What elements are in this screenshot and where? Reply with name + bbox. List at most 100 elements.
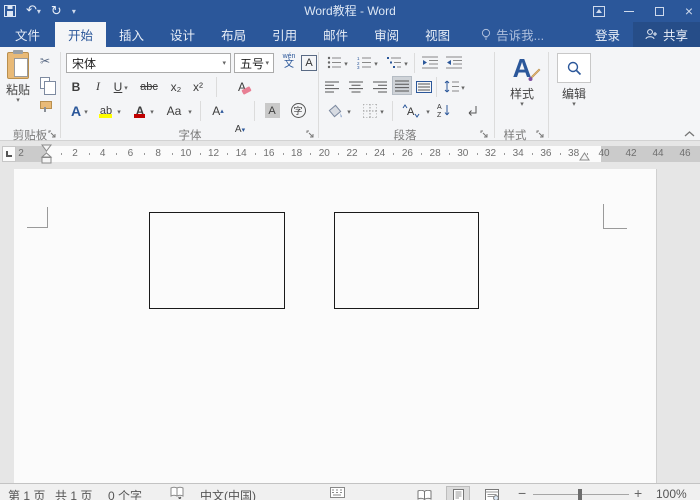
indent-markers[interactable] [40,144,53,165]
ruler-tick [116,153,118,155]
page-number-status[interactable]: 第 1 页 [8,487,45,500]
document-page[interactable] [14,169,657,499]
increase-indent-button[interactable] [444,53,464,72]
line-spacing-button[interactable] [441,77,461,96]
horizontal-ruler[interactable]: 2 2 4 6 8 10 12 14 16 18 20 22 24 26 28 30 32 34 36 38 40 42… [16,146,700,162]
keyboard-status[interactable] [330,487,345,500]
ruler-number: 12 [207,148,220,159]
tab-home[interactable]: 开始 [55,22,107,47]
font-color-caret-icon[interactable]: ▾ [148,108,156,116]
bold-button[interactable]: B [66,77,86,96]
multilevel-list-button[interactable] [384,53,404,72]
character-shading-button[interactable]: A [262,101,282,120]
change-case-button[interactable]: Aa [162,101,186,120]
borders-icon [363,103,377,118]
clear-formatting-button[interactable]: A [232,77,252,96]
asian-layout-button[interactable]: A [398,101,424,120]
collapse-ribbon-button[interactable] [684,127,695,141]
italic-button[interactable]: I [88,77,108,96]
tab-review[interactable]: 审阅 [361,22,412,47]
justify-button[interactable] [392,76,412,95]
tab-references[interactable]: 引用 [259,22,310,47]
tab-selector-button[interactable] [2,146,16,162]
sort-button[interactable]: AZ [434,101,454,120]
copy-button[interactable] [36,74,56,95]
change-case-caret-icon[interactable]: ▾ [186,108,194,116]
asian-layout-caret-icon[interactable]: ▾ [424,108,432,116]
decrease-indent-button[interactable] [420,53,440,72]
font-size-combo[interactable]: 五号 ▾ [234,53,274,73]
character-border-button[interactable]: A [299,53,319,72]
show-hide-marks-button[interactable] [462,101,482,120]
sign-in-button[interactable]: 登录 [582,22,633,47]
subscript-button[interactable]: x₂ [166,77,186,96]
read-mode-view-button[interactable] [412,486,436,500]
bullets-button[interactable] [324,53,344,72]
right-indent-marker[interactable] [578,152,591,162]
tell-me-box[interactable]: 告诉我... [481,22,544,47]
highlight-caret-icon[interactable]: ▾ [115,108,123,116]
shading-button[interactable] [326,101,346,120]
ruler-tick [559,153,561,155]
font-color-button[interactable]: A [130,101,150,120]
tab-mailings[interactable]: 邮件 [310,22,361,47]
paste-caret-icon: ▾ [16,97,20,104]
paste-button[interactable]: 粘贴 ▾ [6,50,31,104]
superscript-button[interactable]: x² [188,77,208,96]
clipboard-dialog-launcher[interactable] [48,128,58,138]
borders-caret-icon[interactable]: ▾ [378,108,386,116]
tab-insert[interactable]: 插入 [106,22,157,47]
font-name-combo[interactable]: 宋体 ▾ [66,53,231,73]
paragraph-dialog-launcher[interactable] [480,128,490,138]
rectangle-shape-2[interactable] [334,212,479,309]
strikethrough-button[interactable]: abc [136,77,162,96]
multilevel-caret-icon[interactable]: ▾ [402,60,410,68]
tab-design[interactable]: 设计 [157,22,208,47]
font-dialog-launcher[interactable] [306,128,316,138]
format-painter-button[interactable] [36,97,54,115]
editing-button[interactable]: 编辑 ▾ [554,53,594,108]
total-pages-status[interactable]: 共 1 页 [55,487,92,500]
proofing-status[interactable] [170,486,184,500]
zoom-level[interactable]: 100% [656,487,687,500]
document-area[interactable] [0,165,700,499]
styles-button[interactable]: A 样式 ▾ [500,53,544,108]
borders-button[interactable] [360,101,380,120]
bullets-caret-icon[interactable]: ▾ [342,60,350,68]
zoom-slider-thumb[interactable] [578,489,582,500]
text-highlight-button[interactable]: ab [96,101,116,120]
paste-label: 粘贴 [6,83,31,97]
underline-caret-icon[interactable]: ▾ [122,84,130,92]
web-layout-view-button[interactable] [480,486,504,500]
numbering-button[interactable]: 123 [354,53,374,72]
tab-file[interactable]: 文件 [0,22,55,47]
language-status[interactable]: 中文(中国) [200,487,256,500]
enclose-characters-button[interactable]: 字 [288,101,308,120]
styles-dialog-launcher[interactable] [536,128,546,138]
tab-view[interactable]: 视图 [412,22,463,47]
distribute-button[interactable] [414,77,434,96]
print-layout-view-button[interactable] [446,486,470,500]
line-spacing-caret-icon[interactable]: ▾ [459,84,467,92]
close-button[interactable]: × [682,3,696,19]
share-button[interactable]: 共享 [632,22,700,47]
cut-button[interactable]: ✂ [36,52,54,70]
ribbon-display-options-icon[interactable] [592,4,606,18]
phonetic-guide-button[interactable]: wén 文 [279,52,299,71]
align-right-button[interactable] [370,77,390,96]
rectangle-shape-1[interactable] [149,212,285,309]
shading-caret-icon[interactable]: ▾ [345,108,353,116]
text-effects-caret-icon[interactable]: ▾ [82,108,90,116]
zoom-in-button[interactable]: + [634,485,642,500]
numbering-caret-icon[interactable]: ▾ [372,60,380,68]
tab-layout[interactable]: 布局 [208,22,259,47]
zoom-out-button[interactable]: − [518,485,526,500]
word-count-status[interactable]: 0 个字 [108,487,142,500]
minimize-button[interactable] [622,4,636,18]
font-size-caret-icon: ▾ [265,60,269,67]
align-left-button[interactable] [322,77,342,96]
maximize-button[interactable] [652,4,666,18]
grow-font-button[interactable]: A ▴ [208,101,228,120]
align-center-button[interactable] [346,77,366,96]
ruler-number: 10 [180,148,192,159]
